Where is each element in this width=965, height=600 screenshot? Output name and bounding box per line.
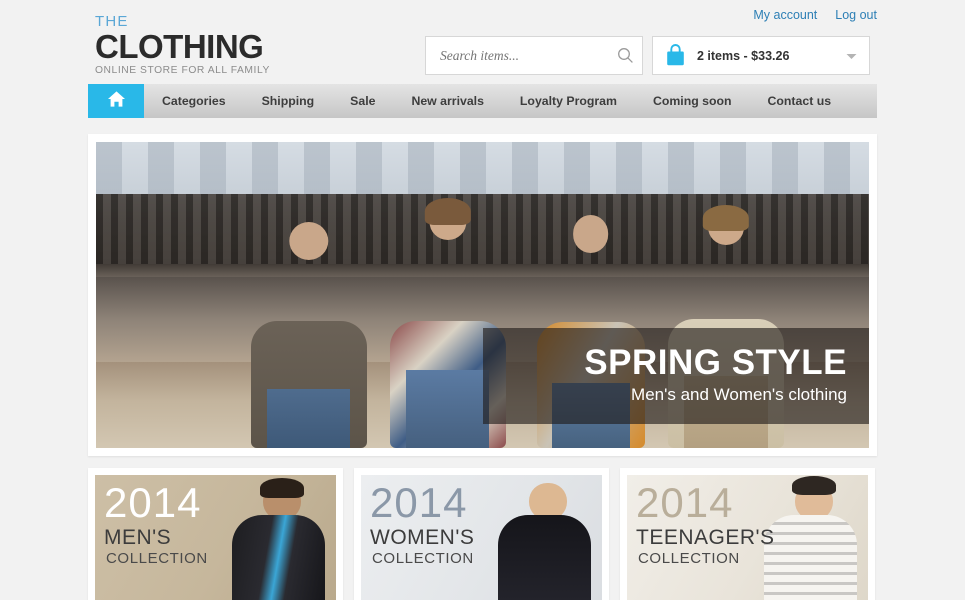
- nav-item-sale[interactable]: Sale: [332, 84, 393, 118]
- collection-category: WOMEN'S: [370, 526, 475, 549]
- collection-category: MEN'S: [104, 526, 172, 549]
- collection-card-womens-text: 2014 WOMEN'S COLLECTION: [370, 479, 475, 568]
- collection-label: COLLECTION: [372, 550, 474, 567]
- site-logo[interactable]: THE CLOTHING ONLINE STORE FOR ALL FAMILY: [95, 14, 395, 77]
- cart-summary: 2 items - $33.26: [697, 48, 790, 63]
- collection-card-teenagers-text: 2014 TEENAGER'S COLLECTION: [636, 479, 775, 568]
- storefront-page: My account Log out THE CLOTHING ONLINE S…: [0, 0, 965, 600]
- collection-card-mens-image: 2014 MEN'S COLLECTION: [95, 475, 336, 600]
- search-icon[interactable]: [609, 47, 642, 64]
- logo-title: CLOTHING: [95, 28, 264, 65]
- my-account-link[interactable]: My account: [753, 8, 817, 22]
- collection-card-teenagers-image: 2014 TEENAGER'S COLLECTION: [627, 475, 868, 600]
- collection-card-womens[interactable]: 2014 WOMEN'S COLLECTION: [354, 468, 609, 600]
- logo-tagline: ONLINE STORE FOR ALL FAMILY: [95, 65, 270, 76]
- nav-item-coming-soon[interactable]: Coming soon: [635, 84, 750, 118]
- chevron-down-icon[interactable]: [846, 47, 857, 65]
- collection-label: COLLECTION: [638, 550, 740, 567]
- collection-card-teenagers[interactable]: 2014 TEENAGER'S COLLECTION: [620, 468, 875, 600]
- collection-label: COLLECTION: [106, 550, 208, 567]
- top-utility-links: My account Log out: [753, 8, 877, 22]
- site-header: My account Log out THE CLOTHING ONLINE S…: [0, 0, 965, 82]
- collection-cards: 2014 MEN'S COLLECTION 2014 WOMEN'S COLLE…: [88, 468, 877, 600]
- hero-banner[interactable]: SPRING STYLE Men's and Women's clothing: [96, 142, 869, 448]
- nav-item-shipping[interactable]: Shipping: [244, 84, 333, 118]
- search-input[interactable]: [426, 47, 609, 64]
- log-out-link[interactable]: Log out: [835, 8, 877, 22]
- home-icon: [107, 90, 126, 113]
- hero-title: SPRING STYLE: [584, 342, 847, 382]
- collection-year: 2014: [370, 479, 468, 526]
- collection-year: 2014: [104, 479, 202, 526]
- hero-model-woman-left: [250, 217, 367, 448]
- nav-item-home[interactable]: [88, 84, 144, 118]
- logo-pretitle: THE: [95, 13, 129, 30]
- collection-card-mens[interactable]: 2014 MEN'S COLLECTION: [88, 468, 343, 600]
- collection-model-woman: [489, 475, 600, 600]
- nav-item-categories[interactable]: Categories: [144, 84, 244, 118]
- search-box[interactable]: [425, 36, 643, 75]
- collection-model-man: [223, 475, 334, 600]
- collection-year: 2014: [636, 479, 734, 526]
- collection-category: TEENAGER'S: [636, 526, 775, 549]
- cart-widget[interactable]: 2 items - $33.26: [652, 36, 870, 75]
- hero-caption: SPRING STYLE Men's and Women's clothing: [482, 327, 869, 424]
- main-navigation: Categories Shipping Sale New arrivals Lo…: [88, 84, 877, 118]
- nav-item-contact-us[interactable]: Contact us: [750, 84, 850, 118]
- collection-card-mens-text: 2014 MEN'S COLLECTION: [104, 479, 208, 568]
- shopping-bag-icon: [665, 44, 687, 67]
- hero-skyline: [96, 142, 869, 198]
- collection-card-womens-image: 2014 WOMEN'S COLLECTION: [361, 475, 602, 600]
- hero-subtitle: Men's and Women's clothing: [631, 384, 847, 404]
- hero-banner-frame: SPRING STYLE Men's and Women's clothing: [88, 134, 877, 456]
- nav-item-loyalty-program[interactable]: Loyalty Program: [502, 84, 635, 118]
- nav-item-new-arrivals[interactable]: New arrivals: [393, 84, 501, 118]
